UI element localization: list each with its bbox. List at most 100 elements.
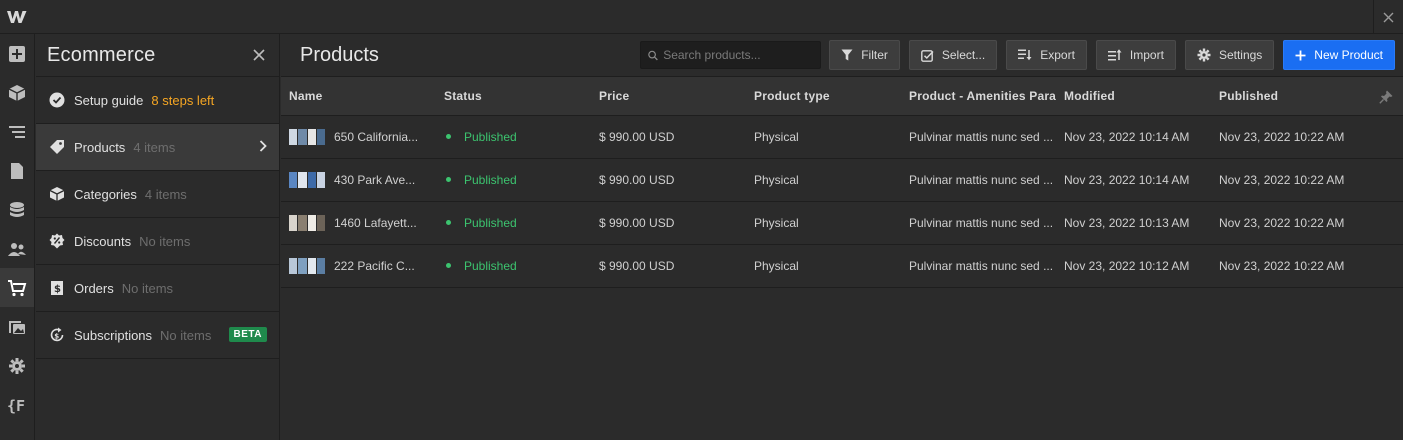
search-box[interactable] [640,41,822,69]
cell-name[interactable]: 222 Pacific C... [281,244,436,288]
nav-item-label: Setup guide [74,92,144,108]
table-row[interactable]: 430 Park Ave... Published $ 990.00 USD Phys… [281,158,1403,202]
search-icon [648,50,659,60]
import-button-label: Import [1129,48,1164,62]
filter-button[interactable]: Filter [829,40,900,70]
variables-button[interactable]: {F [0,385,34,424]
nav-item-setup-guide[interactable]: Setup guide 8 steps left [36,77,279,124]
status-badge: Published [464,129,517,144]
close-icon [1383,12,1394,22]
users-button[interactable] [0,229,34,268]
cell-name[interactable]: 430 Park Ave... [281,158,436,202]
cell-status: Published [436,244,591,288]
cell-product-type: Physical [746,201,901,245]
select-button[interactable]: Select... [908,40,998,70]
search-input[interactable] [663,48,814,62]
nav-item-label: Subscriptions [74,327,153,343]
cell-modified: Nov 23, 2022 10:14 AM [1056,158,1211,202]
column-header-status[interactable]: Status [436,77,591,116]
pin-column-button[interactable] [1379,90,1393,109]
pages-button[interactable] [0,151,34,190]
cell-product-type: Physical [746,158,901,202]
cell-price: $ 990.00 USD [591,244,746,288]
table-row[interactable]: 222 Pacific C... Published $ 990.00 USD Phy… [281,244,1403,288]
nav-item-count: No items [160,327,212,343]
ecommerce-button[interactable] [0,268,34,307]
ecommerce-panel: Ecommerce Setup guide 8 steps left Produ… [36,34,280,440]
settings-button-label: Settings [1218,48,1263,62]
status-badge: Published [464,172,517,187]
svg-text:$: $ [54,332,59,340]
cell-price: $ 990.00 USD [591,115,746,159]
products-header: Products Filter Select... Export Import … [281,34,1403,77]
cell-modified: Nov 23, 2022 10:14 AM [1056,115,1211,159]
left-toolbar: {F [0,34,35,440]
import-button[interactable]: Import [1095,40,1176,70]
cell-published: Nov 23, 2022 10:22 AM [1211,115,1403,159]
status-dot-icon [446,263,451,268]
table-row[interactable]: 1460 Lafayett... Published $ 990.00 USD Phy… [281,201,1403,245]
column-header-modified[interactable]: Modified [1056,77,1211,116]
close-panel-button[interactable] [251,47,267,63]
select-button-label: Select... [941,48,986,62]
navigator-icon [9,125,25,138]
components-button[interactable] [0,73,34,112]
tag-icon [48,138,66,156]
close-designer-button[interactable] [1373,0,1403,34]
column-header-name[interactable]: Name [281,77,436,116]
product-thumbnail [289,171,325,188]
cell-modified: Nov 23, 2022 10:12 AM [1056,244,1211,288]
users-icon [8,242,26,256]
status-dot-icon [446,134,451,139]
cell-published: Nov 23, 2022 10:22 AM [1211,158,1403,202]
products-view: Products Filter Select... Export Import … [281,34,1403,440]
nav-item-orders[interactable]: $ Orders No items [36,265,279,312]
column-header-published[interactable]: Published [1211,77,1403,116]
nav-item-categories[interactable]: Categories 4 items [36,171,279,218]
filter-icon [841,49,853,61]
add-panel-button[interactable] [0,34,34,73]
navigator-button[interactable] [0,112,34,151]
close-icon [253,49,265,61]
product-thumbnail [289,128,325,145]
gear-icon [9,357,25,374]
svg-text:{F: {F [7,397,25,414]
nav-item-count: No items [139,233,191,249]
column-header-price[interactable]: Price [591,77,746,116]
product-name: 430 Park Ave... [334,172,416,187]
svg-text:$: $ [54,284,61,295]
column-header-amenities[interactable]: Product - Amenities Paragraph [901,77,1056,116]
panel-title: Ecommerce [47,43,156,66]
cell-name[interactable]: 650 California... [281,115,436,159]
settings-button[interactable] [0,346,34,385]
export-icon [1018,49,1032,61]
assets-button[interactable] [0,307,34,346]
cell-amenities: Pulvinar mattis nunc sed ... [901,201,1056,245]
table-row[interactable]: 650 California... Published $ 990.00 USD Ph… [281,115,1403,159]
variables-icon: {F [7,397,25,414]
add-icon [9,45,25,62]
cms-button[interactable] [0,190,34,229]
settings-button[interactable]: Settings [1184,40,1275,70]
column-header-product-type[interactable]: Product type [746,77,901,116]
export-button[interactable]: Export [1006,40,1087,70]
nav-item-products[interactable]: Products 4 items [36,124,279,171]
nav-item-discounts[interactable]: Discounts No items [36,218,279,265]
cell-name[interactable]: 1460 Lafayett... [281,201,436,245]
new-product-button[interactable]: New Product [1283,40,1395,70]
nav-item-label: Discounts [74,233,132,249]
new-product-button-label: New Product [1314,48,1383,62]
cell-modified: Nov 23, 2022 10:13 AM [1056,201,1211,245]
webflow-logo[interactable] [0,0,34,34]
status-dot-icon [446,177,451,182]
nav-item-count: No items [121,280,174,296]
product-name: 222 Pacific C... [334,258,415,273]
cell-status: Published [436,115,591,159]
nav-item-subscriptions[interactable]: $ Subscriptions No items BETA [36,312,279,359]
cell-status: Published [436,158,591,202]
products-table: Name Status Price Product type Product -… [281,77,1403,288]
page-icon [11,162,23,179]
cell-amenities: Pulvinar mattis nunc sed ... [901,115,1056,159]
status-badge: Published [464,258,517,273]
plus-icon [1295,50,1306,60]
